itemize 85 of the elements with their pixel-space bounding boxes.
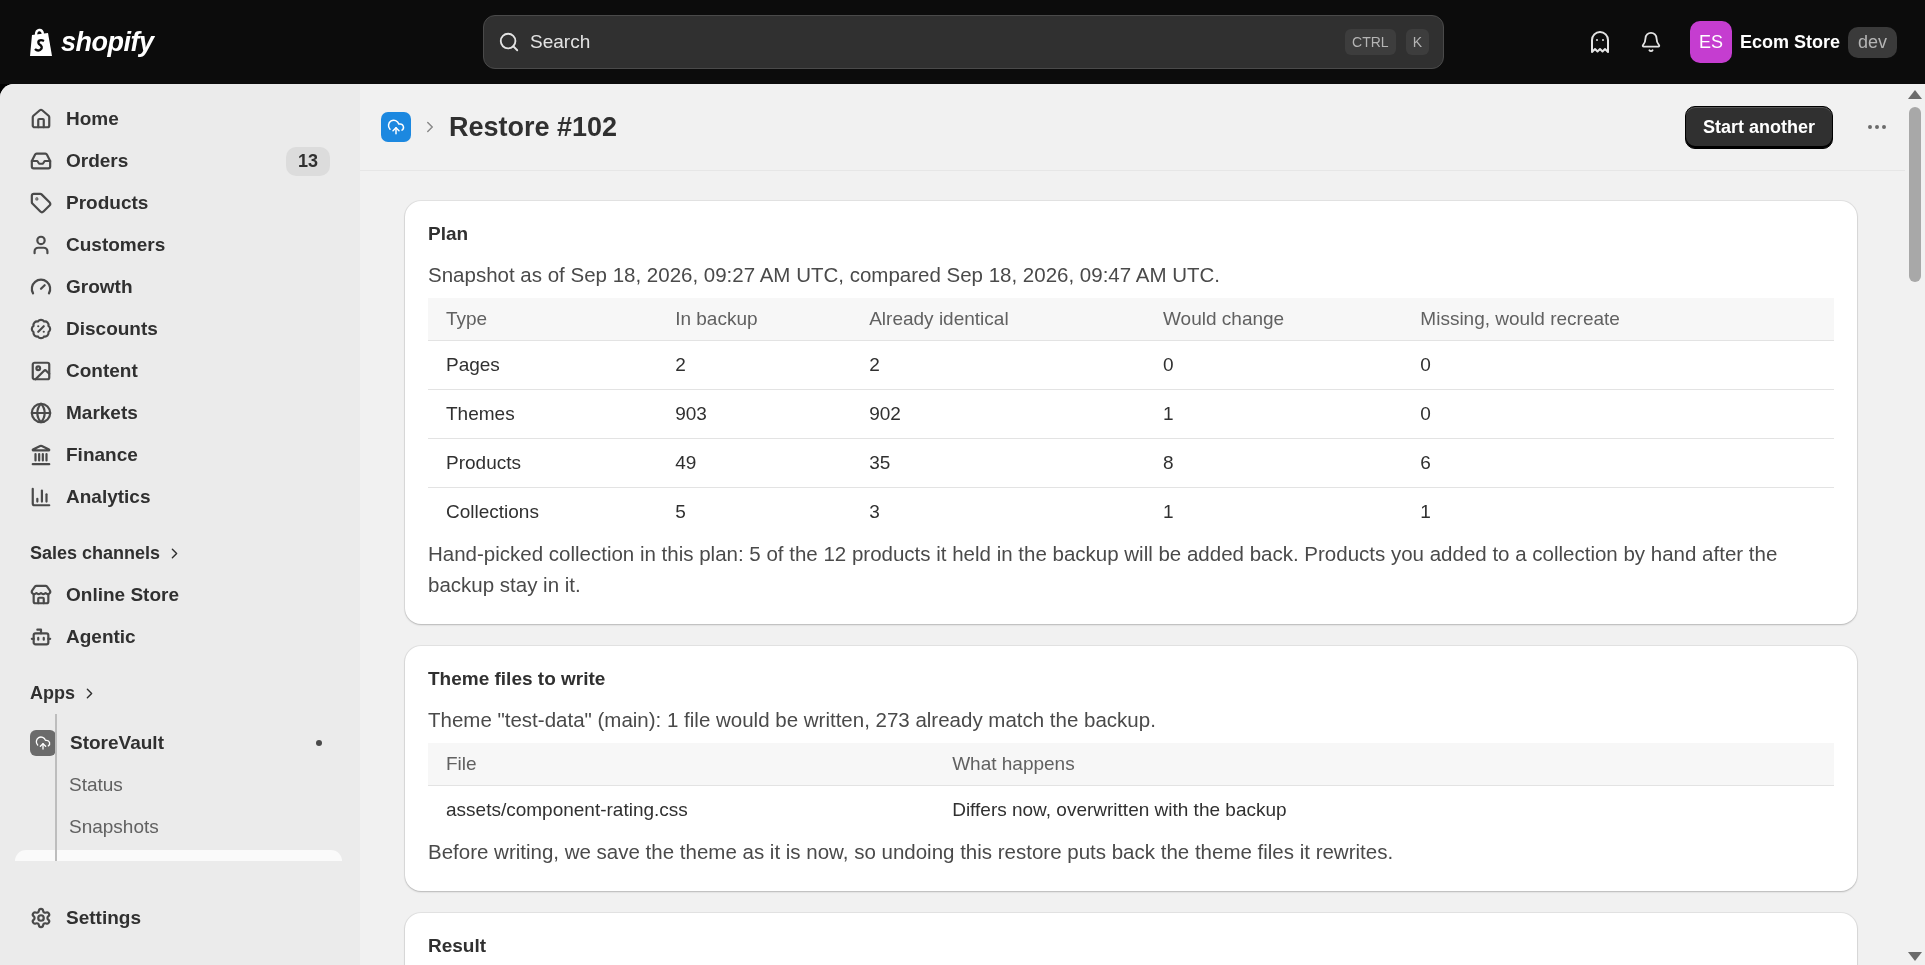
robot-icon: [30, 626, 52, 648]
column-header: What happens: [934, 743, 1834, 785]
table-cell: 0: [1402, 340, 1834, 389]
store-badge: dev: [1847, 26, 1897, 58]
card-title: Plan: [428, 223, 470, 245]
nav-item[interactable]: Content: [14, 350, 346, 392]
nav-subitem[interactable]: Snapshots: [14, 806, 346, 848]
nav-item[interactable]: StoreVault: [14, 722, 346, 764]
settings-icon: [30, 907, 52, 929]
logo-text[interactable]: shopify: [61, 26, 154, 58]
start-another-button[interactable]: Start another: [1684, 105, 1833, 149]
store-name[interactable]: Ecom Store: [1739, 31, 1840, 53]
table-cell: 5: [657, 487, 852, 536]
search-icon: [498, 31, 520, 53]
column-header: Type: [428, 298, 658, 340]
table-cell: 1: [1145, 487, 1403, 536]
section-heading[interactable]: Apps: [14, 672, 346, 714]
nav-item[interactable]: Home: [14, 98, 346, 140]
nav-subitem[interactable]: Status: [14, 764, 346, 806]
home-icon: [30, 108, 52, 130]
card-title: Theme files to write: [428, 668, 607, 690]
table-cell: 49: [657, 438, 852, 487]
table-cell: 903: [657, 389, 852, 438]
table-cell: 6: [1402, 438, 1834, 487]
table-cell: 902: [851, 389, 1146, 438]
store-avatar[interactable]: ES: [1689, 21, 1732, 63]
inbox-icon: [30, 150, 52, 172]
table-cell: Pages: [428, 340, 658, 389]
nav-item[interactable]: Growth: [14, 266, 346, 308]
table-cell: 0: [1145, 340, 1403, 389]
person-icon: [30, 234, 52, 256]
keyboard-key: CTRL: [1345, 29, 1396, 55]
nav-item[interactable]: Markets: [14, 392, 346, 434]
bank-icon: [30, 444, 52, 466]
storefront-icon: [30, 584, 52, 606]
nav-item[interactable]: Products: [14, 182, 346, 224]
keyboard-key: K: [1405, 29, 1429, 55]
column-header: File: [428, 743, 935, 785]
nav-item[interactable]: Finance: [14, 434, 346, 476]
table-cell: 35: [851, 438, 1146, 487]
globe-icon: [30, 402, 52, 424]
table-cell: 2: [851, 340, 1146, 389]
table-cell: Collections: [428, 487, 658, 536]
count-badge: 13: [285, 146, 330, 176]
nav-item[interactable]: Agentic: [14, 616, 346, 658]
section-heading-text: Sales channels: [30, 542, 161, 564]
column-header: In backup: [657, 298, 852, 340]
nav-item[interactable]: Discounts: [14, 308, 346, 350]
table-cell: Products: [428, 438, 658, 487]
card-text: Snapshot as of Sep 18, 2026, 09:27 AM UTC, compared Sep 18, 2026, 09:47 AM UTC.: [428, 262, 1221, 288]
page-title: Restore #102: [449, 111, 619, 143]
search-field[interactable]: Search CTRL K: [483, 15, 1444, 69]
percent-badge-icon: [30, 318, 52, 340]
table-cell: 0: [1402, 389, 1834, 438]
table-cell: Themes: [428, 389, 658, 438]
nav-item[interactable]: Analytics: [14, 476, 346, 518]
app-icon: [30, 730, 56, 756]
section-heading[interactable]: Sales channels: [14, 532, 346, 574]
nav-item[interactable]: Orders 13: [14, 140, 346, 182]
table-cell: Differs now, overwritten with the backup: [934, 785, 1834, 834]
shopping-bag-icon: [28, 26, 55, 58]
table-cell: 8: [1145, 438, 1403, 487]
bell-icon[interactable]: [1639, 31, 1662, 53]
pin-dot-icon: [316, 740, 322, 746]
nav-item[interactable]: Customers: [14, 224, 346, 266]
nav-item[interactable]: Settings: [14, 897, 346, 939]
image-icon: [30, 360, 52, 382]
card-text: Hand-picked collection in this plan: 5 of the 12 products it held in the backup will be added back. Products you added to a collection by hand after the backup stay in it.: [428, 541, 1779, 598]
column-header: Missing, would recreate: [1402, 298, 1834, 340]
table-cell: 2: [657, 340, 852, 389]
section-heading-text: Apps: [30, 682, 75, 704]
search-placeholder: Search: [530, 31, 592, 53]
nav-item[interactable]: Online Store: [14, 574, 346, 616]
table-cell: 1: [1402, 487, 1834, 536]
table-cell: 3: [851, 487, 1146, 536]
table-cell: 1: [1145, 389, 1403, 438]
card-text: Theme "test-data" (main): 1 file would be written, 273 already match the backup.: [428, 707, 1157, 733]
card-title: Result: [428, 935, 488, 957]
column-header: Already identical: [851, 298, 1146, 340]
tag-icon: [30, 192, 52, 214]
app-icon: [381, 112, 411, 142]
column-header: Would change: [1145, 298, 1403, 340]
card-text: Before writing, we save the theme as it is now, so undoing this restore puts back the theme files it rewrites.: [428, 839, 1395, 865]
bar-chart-icon: [30, 486, 52, 508]
table-cell: assets/component-rating.css: [428, 785, 935, 834]
